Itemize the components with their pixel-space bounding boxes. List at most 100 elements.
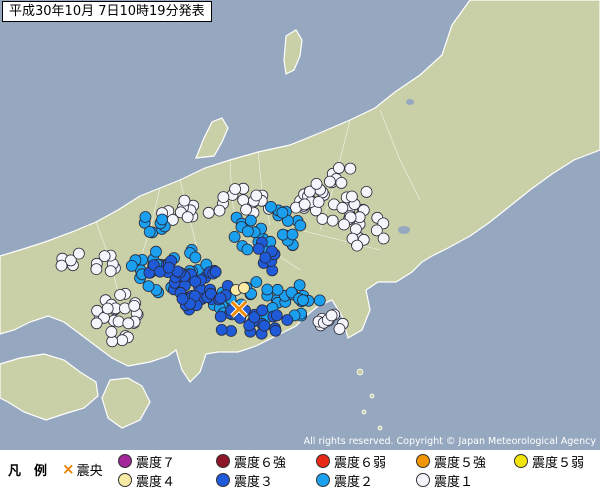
legend-item-label: 震度５弱 (532, 455, 585, 471)
int2-station-marker (293, 279, 306, 292)
legend-item-int6l: 震度６弱 (316, 452, 386, 471)
legend-epicenter-label: 震央 (76, 463, 103, 479)
int7-dot-icon (118, 454, 132, 468)
int1-station-marker (181, 211, 194, 224)
int2-station-marker (264, 200, 277, 213)
land-noto (195, 117, 229, 159)
int1-station-marker (345, 190, 358, 203)
int1-station-marker (55, 259, 68, 272)
int3-station-marker (256, 304, 269, 317)
int3-station-marker (215, 323, 228, 336)
int1-station-marker (122, 317, 135, 330)
legend-item-label: 震度６強 (234, 455, 287, 471)
int1-station-marker (344, 162, 357, 175)
copyright-notice: All rights reserved. Copyright © Japan M… (303, 436, 596, 447)
int1-station-marker (114, 289, 126, 301)
announcement-title: 平成30年10月 7日10時19分発表 (2, 1, 212, 22)
int2-station-marker (244, 214, 257, 227)
int1-station-marker (112, 315, 125, 328)
legend-item-label: 震度１ (434, 474, 474, 490)
int1-station-marker (240, 203, 253, 216)
int2-station-marker (143, 225, 156, 238)
int3-station-marker (270, 309, 283, 322)
int1-station-marker (326, 214, 339, 227)
legend-item-label: 震度３ (234, 474, 274, 490)
legend-item-label: 震度７ (136, 455, 176, 471)
int1-station-marker (310, 177, 323, 190)
int2-station-marker (250, 276, 263, 288)
int1-station-marker (298, 198, 311, 211)
epicenter-icon: × (62, 459, 75, 478)
lake (406, 99, 414, 105)
int3-station-marker (214, 292, 227, 305)
int1-station-marker (325, 309, 338, 322)
int3-station-marker (162, 261, 175, 274)
legend-item-int2: 震度２ (316, 471, 374, 490)
int1-station-marker (335, 176, 348, 189)
int3-station-marker (176, 292, 189, 305)
int4-station-marker (238, 282, 250, 294)
int5u-dot-icon (416, 454, 430, 468)
int2-station-marker (313, 294, 326, 307)
legend-item-int4: 震度４ (118, 471, 176, 490)
land-shikoku (0, 353, 99, 421)
land-izu-oshima (356, 368, 364, 376)
int2-station-marker (125, 259, 138, 272)
int1-station-marker (377, 232, 390, 245)
land-kii-tip (101, 377, 151, 429)
legend-item-int6u: 震度６強 (216, 452, 287, 471)
legend-item-int5u: 震度５強 (416, 452, 486, 471)
legend-label: 凡 例 (8, 464, 48, 479)
int1-station-marker (105, 325, 118, 338)
int1-station-marker (90, 263, 103, 276)
legend-item-label: 震度２ (334, 474, 374, 490)
int1-station-marker (116, 334, 129, 347)
legend-item-int3: 震度３ (216, 471, 274, 490)
legend-item-int5l: 震度５弱 (514, 452, 585, 471)
int1-station-marker (202, 206, 215, 219)
int3-station-marker (269, 324, 282, 337)
int3-station-marker (214, 310, 227, 323)
int1-station-marker (312, 196, 325, 208)
legend-item-int7: 震度７ (118, 452, 176, 471)
int3-station-marker (281, 314, 294, 326)
int1-station-marker (250, 189, 263, 202)
int1-station-marker (336, 201, 349, 214)
land-izu-island (369, 393, 375, 399)
int2-station-marker (297, 294, 309, 307)
int1-station-marker (351, 239, 364, 252)
int2-station-marker (139, 211, 152, 223)
int1-station-marker (338, 218, 350, 231)
lake-kasumigaura (398, 226, 410, 234)
int1-station-marker (104, 265, 117, 278)
int3-station-marker (252, 242, 265, 255)
int2-station-marker (142, 280, 155, 293)
int2-station-marker (156, 213, 169, 226)
legend: 凡 例 × 震央 震度７ 震度６強 震度６弱 震度５強 震度５弱 震度４ 震度３… (0, 450, 600, 490)
int6u-dot-icon (216, 454, 230, 468)
int2-station-marker (261, 283, 274, 296)
int2-station-marker (276, 206, 289, 219)
int3-station-marker (189, 275, 202, 288)
int5l-dot-icon (514, 454, 528, 468)
seismic-intensity-map: 平成30年10月 7日10時19分発表 All rights reserved.… (0, 0, 600, 450)
land-izu-island (361, 409, 367, 415)
map-canvas (0, 0, 600, 431)
int1-station-marker (332, 162, 345, 174)
int1-station-marker (323, 175, 336, 188)
legend-item-label: 震度４ (136, 474, 176, 490)
int2-station-marker (271, 283, 284, 296)
int1-station-marker (101, 302, 114, 315)
land-sado (283, 29, 303, 75)
int1-station-marker (333, 323, 346, 335)
land-izu-island (377, 425, 383, 431)
int6l-dot-icon (316, 454, 330, 468)
int1-station-marker (360, 185, 373, 198)
int3-dot-icon (216, 473, 230, 487)
int1-station-marker (217, 191, 230, 204)
int1-station-marker (90, 317, 103, 330)
int2-station-marker (241, 225, 254, 238)
int1-station-marker (73, 247, 85, 260)
int1-dot-icon (416, 473, 430, 487)
legend-epicenter: × 震央 (62, 459, 103, 479)
